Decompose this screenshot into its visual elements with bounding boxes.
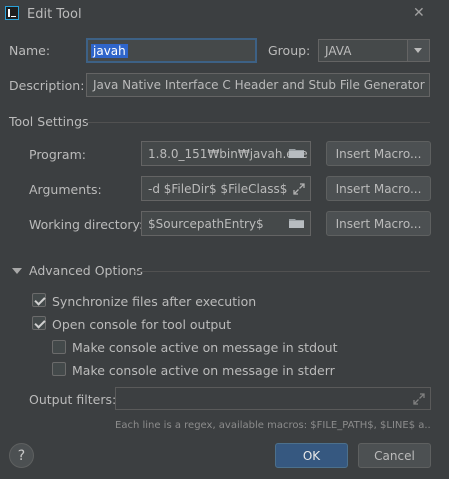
output-filters-hint: Each line is a regex, available macros: … [115, 420, 431, 431]
tool-settings-separator [86, 122, 430, 123]
group-select[interactable]: JAVA [318, 39, 430, 62]
arguments-value: -d $FileDir$ $FileClass$ [148, 181, 288, 196]
advanced-options-separator [134, 271, 430, 272]
name-value: javah [91, 43, 128, 58]
cancel-button[interactable]: Cancel [358, 443, 431, 468]
group-label: Group: [268, 43, 311, 58]
help-button[interactable]: ? [9, 443, 34, 468]
sync-files-checkbox[interactable] [32, 293, 46, 307]
expand-icon[interactable] [293, 183, 305, 195]
stdout-active-checkbox[interactable] [52, 340, 66, 354]
arguments-insert-macro-button[interactable]: Insert Macro... [326, 176, 431, 201]
ok-button[interactable]: OK [275, 443, 348, 468]
chevron-down-icon[interactable] [407, 40, 429, 61]
program-label: Program: [29, 147, 86, 162]
description-value: Java Native Interface C Header and Stub … [93, 78, 425, 92]
name-field[interactable]: javah [86, 38, 257, 63]
open-console-label[interactable]: Open console for tool output [52, 317, 231, 332]
help-icon: ? [17, 447, 26, 464]
group-value: JAVA [325, 43, 352, 58]
expand-icon[interactable] [413, 393, 425, 405]
workdir-field[interactable]: $SourcepathEntry$ [141, 211, 311, 236]
app-icon [5, 6, 19, 20]
output-filters-label: Output filters: [29, 392, 117, 407]
advanced-options-title[interactable]: Advanced Options [29, 263, 143, 278]
workdir-insert-macro-button[interactable]: Insert Macro... [326, 211, 431, 236]
sync-files-label[interactable]: Synchronize files after execution [52, 294, 256, 309]
folder-icon[interactable] [289, 148, 305, 159]
program-insert-macro-button[interactable]: Insert Macro... [326, 141, 431, 166]
description-label: Description: [9, 78, 85, 93]
stderr-active-checkbox[interactable] [52, 362, 66, 376]
name-label: Name: [9, 43, 51, 58]
stdout-active-label[interactable]: Make console active on message in stdout [72, 340, 338, 355]
tool-settings-title: Tool Settings [9, 114, 89, 129]
program-field[interactable]: 1.8.0_151₩bin₩javah.exe [141, 141, 311, 166]
workdir-label: Working directory: [29, 217, 144, 232]
folder-icon[interactable] [289, 218, 305, 229]
description-field[interactable]: Java Native Interface C Header and Stub … [86, 73, 430, 97]
close-icon[interactable]: ✕ [413, 5, 425, 21]
workdir-value: $SourcepathEntry$ [148, 216, 264, 231]
stderr-active-label[interactable]: Make console active on message in stderr [72, 363, 335, 378]
output-filters-field[interactable] [115, 387, 431, 410]
collapse-triangle-icon[interactable] [12, 268, 22, 274]
arguments-field[interactable]: -d $FileDir$ $FileClass$ [141, 176, 311, 201]
arguments-label: Arguments: [29, 182, 102, 197]
program-value: 1.8.0_151₩bin₩javah.exe [148, 146, 308, 161]
window-title: Edit Tool [27, 7, 82, 22]
open-console-checkbox[interactable] [32, 316, 46, 330]
